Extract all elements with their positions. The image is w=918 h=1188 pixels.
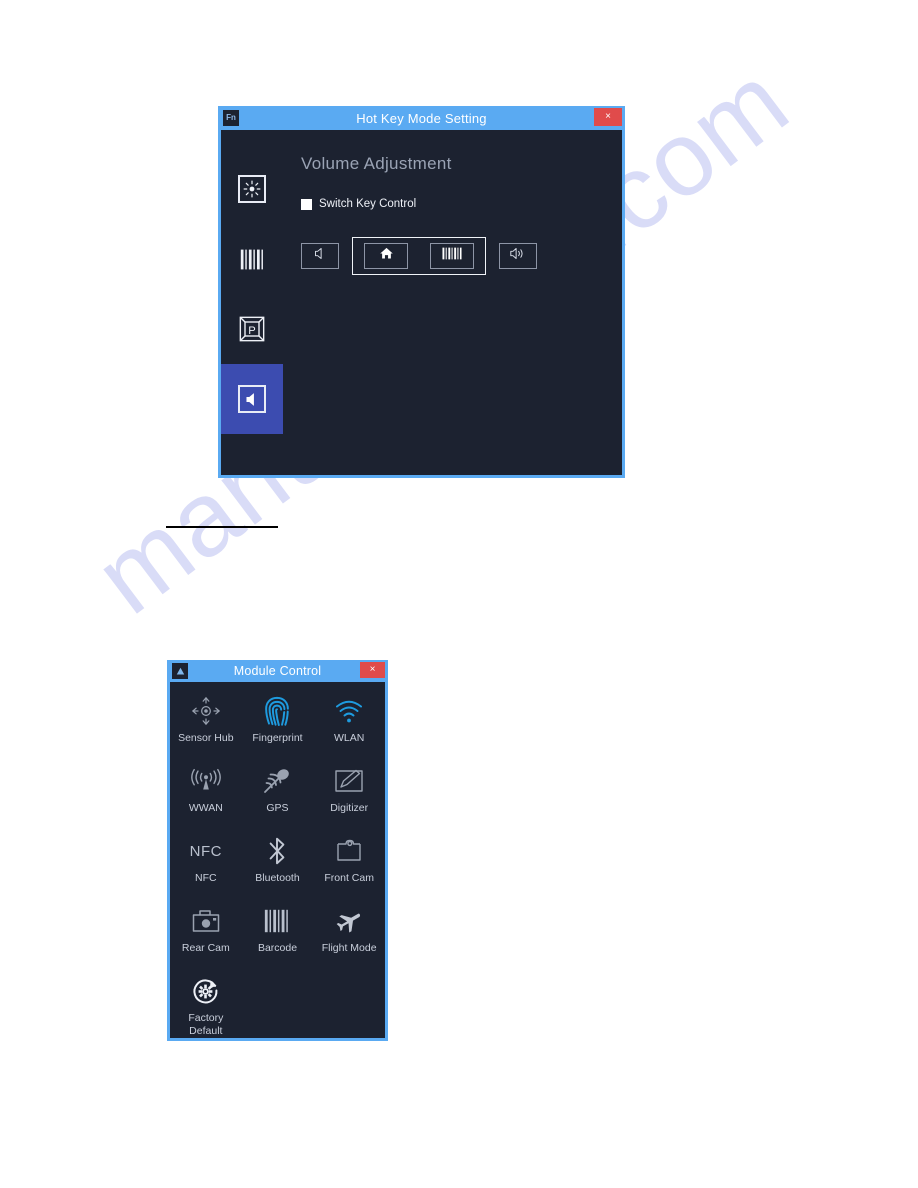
nfc-text-icon: NFC [189, 842, 222, 860]
module-label: Factory Default [188, 1012, 224, 1037]
module-item-barcode[interactable]: Barcode [242, 898, 314, 968]
hotkey-window-body: P Volume Adjustment Switch Key Control [221, 130, 622, 475]
switch-key-control-row[interactable]: Switch Key Control [301, 198, 622, 210]
front-camera-icon [335, 834, 363, 868]
satellite-dish-icon [262, 764, 292, 798]
module-item-front-cam[interactable]: Front Cam [313, 828, 385, 898]
close-icon[interactable]: × [594, 108, 622, 126]
module-grid: Sensor Hub Fingerprint WLAN WWAN GPS Dig… [170, 688, 385, 1038]
barcode-button[interactable] [430, 243, 474, 269]
page-title: Volume Adjustment [301, 154, 452, 173]
svg-text:P: P [248, 325, 255, 337]
module-label: Rear Cam [181, 942, 230, 954]
hot-key-mode-setting-window: Fn Hot Key Mode Setting × P Volume Adjus… [218, 106, 625, 478]
hotkey-button-row [301, 237, 622, 275]
hotkey-window-title: Hot Key Mode Setting [356, 110, 487, 126]
sensor-hub-icon [190, 694, 222, 728]
fingerprint-icon [263, 694, 291, 728]
module-item-rear-cam[interactable]: Rear Cam [170, 898, 242, 968]
brightness-sun-icon [238, 175, 266, 203]
module-label: Sensor Hub [178, 732, 234, 744]
barcode-icon [441, 246, 463, 266]
module-label: Flight Mode [321, 942, 377, 954]
switch-key-control-checkbox[interactable] [301, 198, 312, 210]
module-item-nfc[interactable]: NFC NFC [170, 828, 242, 898]
tab-programmable-key[interactable]: P [221, 294, 283, 364]
module-window-title: Module Control [233, 664, 322, 678]
module-label: GPS [266, 802, 289, 814]
rear-camera-icon [191, 904, 221, 938]
bluetooth-icon [266, 834, 288, 868]
module-label: Fingerprint [252, 732, 303, 744]
module-item-wlan[interactable]: WLAN [313, 688, 385, 758]
tab-barcode[interactable] [221, 224, 283, 294]
volume-up-button[interactable] [499, 243, 537, 269]
airplane-icon [335, 904, 363, 938]
module-item-wwan[interactable]: WWAN [170, 758, 242, 828]
module-item-factory-default[interactable]: Factory Default [170, 968, 242, 1038]
module-label: WWAN [188, 802, 223, 814]
p-key-icon: P [238, 315, 266, 343]
module-item-gps[interactable]: GPS [242, 758, 314, 828]
speaker-waves-icon [508, 246, 528, 266]
module-label: NFC [195, 872, 217, 884]
barcode-icon [263, 904, 291, 938]
module-item-bluetooth[interactable]: Bluetooth [242, 828, 314, 898]
hotkey-tab-rail: P [221, 130, 283, 475]
volume-down-button[interactable] [301, 243, 339, 269]
switch-key-control-label: Switch Key Control [319, 198, 417, 210]
hotkey-main-panel: Volume Adjustment Switch Key Control [283, 130, 622, 475]
module-label: Front Cam [324, 872, 374, 884]
section-divider [166, 526, 278, 528]
tab-volume[interactable] [221, 364, 283, 434]
module-label: Digitizer [330, 802, 369, 814]
wifi-icon [334, 694, 364, 728]
barcode-icon [238, 245, 266, 273]
speaker-mute-icon [313, 246, 328, 266]
close-icon[interactable]: × [360, 662, 385, 678]
home-button[interactable] [364, 243, 408, 269]
module-item-flight-mode[interactable]: Flight Mode [313, 898, 385, 968]
home-icon [379, 246, 394, 266]
module-window-body: Sensor Hub Fingerprint WLAN WWAN GPS Dig… [170, 682, 385, 1038]
volume-speaker-icon [238, 385, 266, 413]
module-label: Bluetooth [255, 872, 300, 884]
antenna-tower-icon [189, 764, 223, 798]
module-label: WLAN [333, 732, 365, 744]
factory-reset-icon [191, 974, 221, 1008]
module-label: Barcode [257, 942, 298, 954]
hotkey-title-bar[interactable]: Fn Hot Key Mode Setting × [218, 106, 625, 130]
pen-tablet-icon [334, 764, 364, 798]
hotkey-mode-button-group [352, 237, 486, 275]
module-item-sensor-hub[interactable]: Sensor Hub [170, 688, 242, 758]
module-control-window: Module Control × Sensor Hub Fingerprint … [167, 660, 388, 1041]
module-item-fingerprint[interactable]: Fingerprint [242, 688, 314, 758]
tab-brightness[interactable] [221, 154, 283, 224]
module-item-digitizer[interactable]: Digitizer [313, 758, 385, 828]
module-title-bar[interactable]: Module Control × [167, 660, 388, 682]
